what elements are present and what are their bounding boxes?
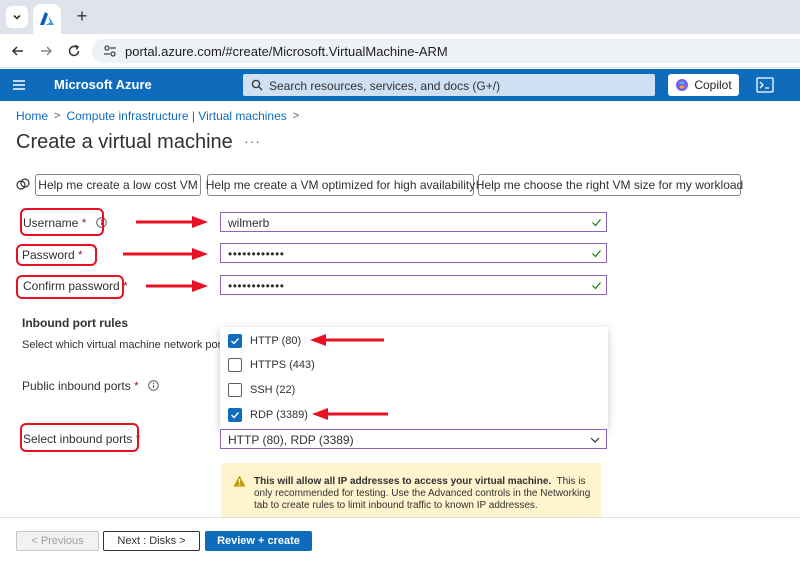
browser-toolbar: portal.azure.com/#create/Microsoft.Virtu… (0, 34, 800, 68)
public-inbound-ports-label: Public inbound ports * (22, 379, 159, 393)
annotation-box-confirm-password (16, 275, 124, 299)
reload-icon (68, 44, 80, 57)
reload-button[interactable] (64, 41, 84, 61)
info-icon[interactable] (148, 380, 159, 391)
confirm-password-input[interactable]: •••••••••••• (220, 275, 607, 295)
address-bar[interactable]: portal.azure.com/#create/Microsoft.Virtu… (92, 39, 800, 63)
azure-top-bar: Microsoft Azure Search resources, servic… (0, 69, 800, 101)
checkbox-checked-icon[interactable] (228, 408, 242, 422)
help-low-cost-vm-button[interactable]: Help me create a low cost VM (35, 174, 201, 196)
wizard-footer: < Previous Next : Disks > Review + creat… (0, 517, 800, 565)
help-vm-size-button[interactable]: Help me choose the right VM size for my … (476, 174, 743, 196)
chevron-down-icon (13, 14, 21, 20)
annotation-box-username (20, 208, 104, 236)
annotation-arrow-confirm-password (146, 280, 208, 292)
copilot-button[interactable]: Copilot (668, 74, 739, 96)
browser-tab-azure[interactable] (33, 4, 61, 34)
search-placeholder: Search resources, services, and docs (G+… (269, 79, 501, 93)
annotation-box-select-ports (20, 423, 139, 452)
port-option-rdp[interactable]: RDP (3389) (228, 406, 308, 424)
annotation-arrow-rdp (312, 408, 388, 420)
warning-icon (233, 475, 246, 487)
copilot-label: Copilot (694, 78, 732, 92)
browser-tabstrip: + (0, 0, 800, 34)
more-options-button[interactable]: ··· (244, 133, 261, 149)
new-tab-button[interactable]: + (72, 6, 92, 26)
checkmark-icon (592, 282, 601, 290)
warning-banner: This will allow all IP addresses to acce… (221, 463, 601, 517)
previous-button[interactable]: < Previous (16, 531, 99, 551)
breadcrumb-home[interactable]: Home (16, 109, 48, 123)
page-title: Create a virtual machine (16, 131, 233, 153)
global-search[interactable]: Search resources, services, and docs (G+… (243, 74, 655, 96)
port-option-http[interactable]: HTTP (80) (228, 332, 301, 350)
next-disks-button[interactable]: Next : Disks > (103, 531, 200, 551)
annotation-arrow-http (310, 334, 384, 346)
hamburger-menu-icon[interactable] (12, 78, 26, 92)
chevron-right-icon: > (54, 110, 61, 122)
site-info-icon (104, 45, 116, 57)
warning-text: This will allow all IP addresses to acce… (254, 476, 591, 511)
annotation-box-password (16, 244, 97, 266)
annotation-arrow-username (136, 216, 208, 228)
back-button[interactable] (8, 41, 28, 61)
azure-brand[interactable]: Microsoft Azure (54, 77, 152, 92)
forward-button[interactable] (36, 41, 56, 61)
annotation-arrow-password (123, 248, 208, 260)
chevron-right-icon: > (292, 110, 300, 122)
select-inbound-ports-dropdown[interactable]: HTTP (80), RDP (3389) (220, 429, 607, 449)
username-input[interactable]: wilmerb (220, 212, 607, 232)
copilot-icon (676, 79, 689, 91)
tab-search-button[interactable] (6, 6, 28, 28)
checkmark-icon (592, 250, 601, 258)
url-text: portal.azure.com/#create/Microsoft.Virtu… (125, 44, 448, 59)
copilot-suggestion-icon (16, 178, 30, 190)
port-option-https[interactable]: HTTPS (443) (228, 356, 315, 374)
breadcrumb: Home > Compute infrastructure | Virtual … (16, 109, 299, 123)
search-icon (251, 79, 263, 91)
chevron-down-icon (590, 437, 600, 443)
inbound-port-rules-description: Select which virtual machine network por… (22, 339, 222, 351)
plus-icon: + (76, 6, 88, 26)
checkbox-checked-icon[interactable] (228, 334, 242, 348)
arrow-right-icon (41, 46, 53, 56)
inbound-port-rules-heading: Inbound port rules (22, 316, 128, 330)
port-option-ssh[interactable]: SSH (22) (228, 381, 295, 399)
azure-logo-icon (40, 12, 54, 25)
breadcrumb-virtual-machines[interactable]: Compute infrastructure | Virtual machine… (66, 109, 286, 123)
cloud-shell-icon[interactable] (756, 77, 774, 93)
checkbox-unchecked-icon[interactable] (228, 383, 242, 397)
password-input[interactable]: •••••••••••• (220, 243, 607, 263)
inbound-ports-dropdown-list: HTTP (80) HTTPS (443) SSH (22) RDP (3389… (220, 327, 608, 429)
help-high-availability-button[interactable]: Help me create a VM optimized for high a… (206, 174, 475, 196)
checkmark-icon (592, 219, 601, 227)
arrow-left-icon (11, 46, 23, 56)
checkbox-unchecked-icon[interactable] (228, 358, 242, 372)
review-create-button[interactable]: Review + create (205, 531, 312, 551)
